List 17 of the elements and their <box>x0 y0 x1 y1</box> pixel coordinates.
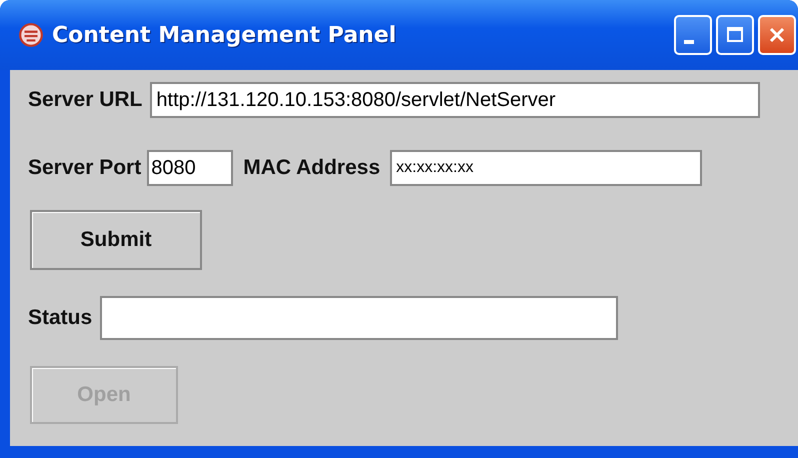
window-title: Content Management Panel <box>52 22 396 48</box>
minimize-button[interactable] <box>674 15 712 55</box>
field-label: MAC Address <box>243 156 380 180</box>
input-field[interactable]: 8080 <box>147 150 234 186</box>
field-label: Server URL <box>28 88 142 112</box>
submit-button[interactable]: Submit <box>30 210 202 270</box>
field-label: Server Port <box>28 156 142 180</box>
close-button[interactable] <box>758 15 796 55</box>
maximize-icon <box>726 26 744 44</box>
field-label: Status <box>28 306 92 330</box>
input-field[interactable]: xx:xx:xx:xx <box>390 150 702 186</box>
maximize-button[interactable] <box>716 15 754 55</box>
app-icon <box>18 22 44 48</box>
close-icon <box>768 26 786 44</box>
minimize-icon <box>684 40 694 44</box>
input-field[interactable]: http://131.120.10.153:8080/servlet/NetServer <box>150 82 760 118</box>
input-field[interactable] <box>100 296 618 340</box>
